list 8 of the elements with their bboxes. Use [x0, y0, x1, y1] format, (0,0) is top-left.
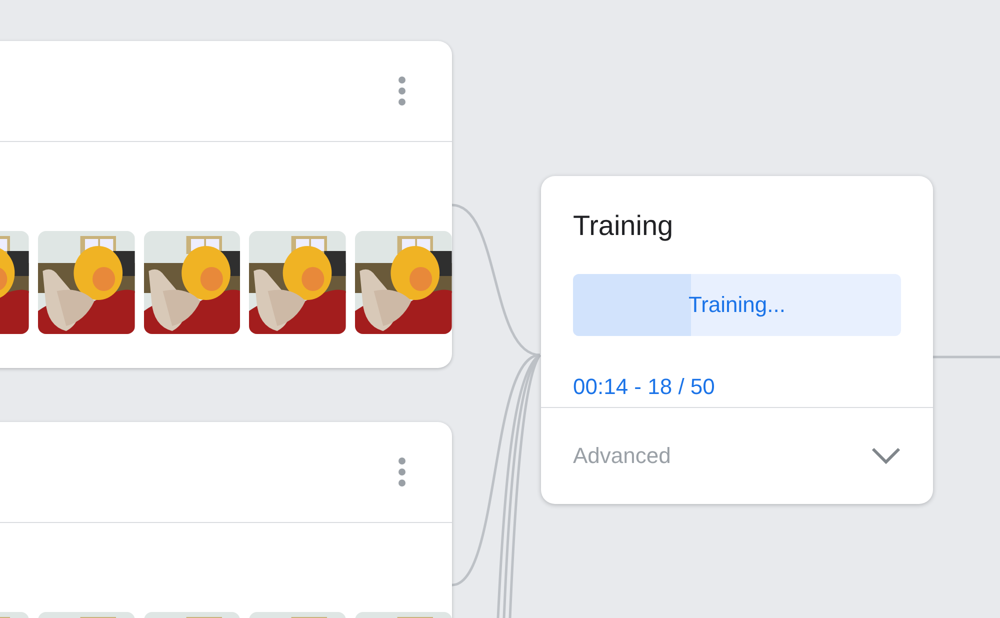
card-title: Training: [573, 210, 674, 242]
train-button[interactable]: Training...: [573, 274, 901, 336]
training-status: 00:14 - 18 / 50: [573, 374, 715, 400]
connector-line: [933, 356, 1000, 358]
more-icon[interactable]: [398, 457, 406, 487]
chevron-icon[interactable]: [871, 447, 901, 465]
more-icon[interactable]: [398, 76, 406, 106]
advanced-toggle[interactable]: Advanced: [573, 443, 671, 469]
